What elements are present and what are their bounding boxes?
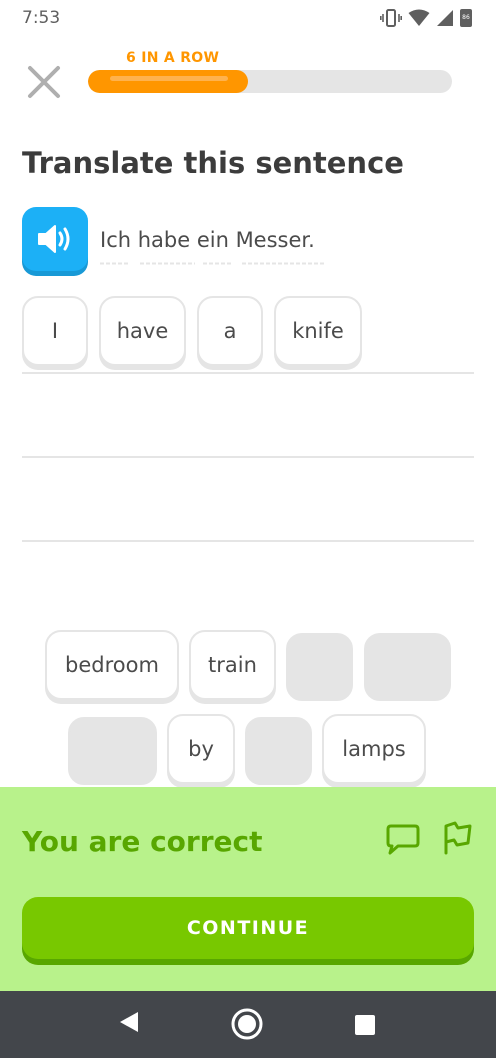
word-bank-chip[interactable]: by bbox=[167, 714, 235, 784]
word-bank-placeholder bbox=[286, 633, 353, 701]
close-button[interactable] bbox=[24, 62, 64, 102]
continue-button[interactable]: CONTINUE bbox=[22, 897, 474, 959]
battery-level: 86 bbox=[462, 14, 470, 21]
word-bank-chip[interactable]: bedroom bbox=[45, 630, 179, 700]
streak-label: 6 IN A ROW bbox=[126, 50, 220, 66]
status-icons: 86 bbox=[380, 9, 472, 27]
word-bank-placeholder bbox=[364, 633, 451, 701]
word-bank-chip[interactable]: train bbox=[189, 630, 276, 700]
hint-underline bbox=[100, 262, 324, 265]
system-nav-bar bbox=[0, 991, 496, 1058]
lesson-progress-fill bbox=[88, 70, 248, 93]
cell-signal-icon bbox=[437, 10, 453, 26]
status-bar: 7:53 86 bbox=[0, 0, 496, 38]
close-icon bbox=[28, 66, 60, 98]
progress-shine bbox=[110, 76, 228, 81]
answer-word-chip[interactable]: have bbox=[99, 296, 186, 366]
answer-word-chip[interactable]: knife bbox=[274, 296, 362, 366]
exercise-title: Translate this sentence bbox=[22, 146, 404, 180]
play-audio-button[interactable] bbox=[22, 207, 88, 271]
source-sentence[interactable]: Ich habe ein Messer. bbox=[100, 228, 315, 252]
answer-line bbox=[22, 540, 474, 542]
lesson-progress-bar bbox=[88, 70, 452, 93]
nav-back-button[interactable] bbox=[117, 1009, 141, 1039]
comment-button[interactable] bbox=[386, 823, 420, 855]
answer-line bbox=[22, 372, 474, 374]
flag-icon bbox=[444, 821, 472, 855]
vibrate-icon bbox=[380, 9, 402, 27]
answer-line bbox=[22, 456, 474, 458]
recents-square-icon bbox=[355, 1015, 375, 1035]
wifi-icon bbox=[408, 9, 430, 26]
report-button[interactable] bbox=[441, 821, 473, 855]
answer-word-chip[interactable]: I bbox=[22, 296, 88, 366]
status-time: 7:53 bbox=[22, 8, 61, 28]
nav-recents-button[interactable] bbox=[354, 1014, 376, 1040]
feedback-panel: You are correct CONTINUE bbox=[0, 787, 496, 991]
nav-home-button[interactable] bbox=[230, 1007, 264, 1045]
back-triangle-icon bbox=[120, 1012, 138, 1032]
answer-word-chip[interactable]: a bbox=[197, 296, 263, 366]
comment-icon bbox=[386, 824, 420, 855]
word-bank-placeholder bbox=[245, 717, 312, 785]
battery-icon: 86 bbox=[460, 9, 472, 27]
word-bank-placeholder bbox=[68, 717, 157, 785]
feedback-title: You are correct bbox=[22, 825, 263, 858]
word-bank-chip[interactable]: lamps bbox=[322, 714, 426, 784]
speaker-icon bbox=[38, 225, 70, 253]
home-circle-icon bbox=[231, 1008, 263, 1040]
